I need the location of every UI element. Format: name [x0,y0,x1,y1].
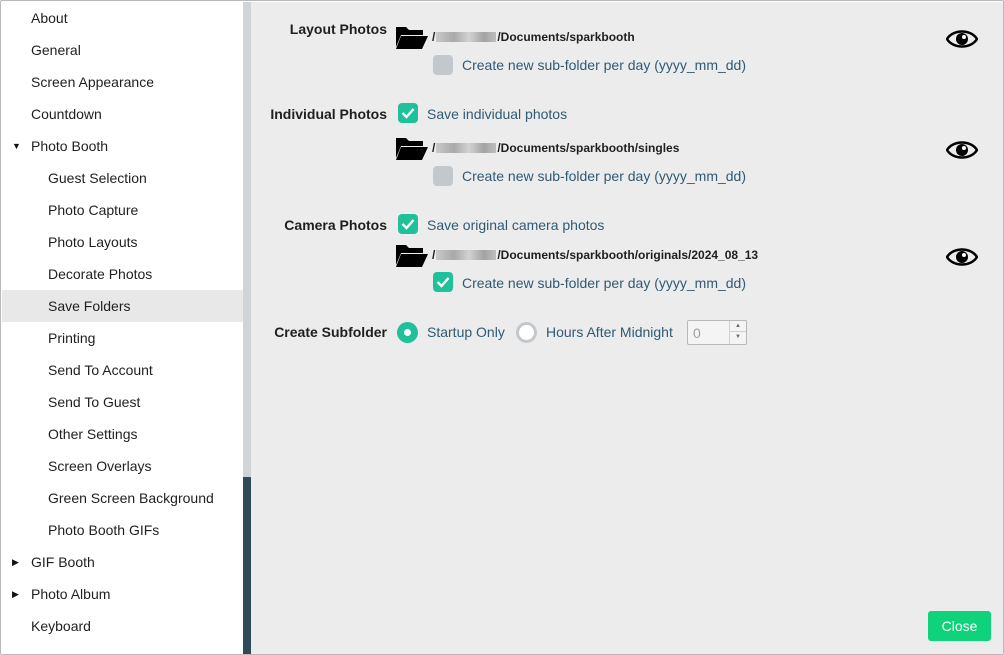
checkmark-icon [401,108,415,119]
save-camera-label[interactable]: Save original camera photos [427,217,604,233]
sidebar-item-screen-appearance[interactable]: Screen Appearance [2,66,243,98]
sidebar-nav: About General Screen Appearance Countdow… [2,2,243,654]
path-suffix: /Documents/sparkbooth [497,30,635,44]
sidebar-item-label: Guest Selection [48,170,147,186]
sidebar-item-general[interactable]: General [2,34,243,66]
caret-right-icon[interactable]: ▶ [12,578,19,610]
sidebar-item-countdown[interactable]: Countdown [2,98,243,130]
sidebar-item-label: General [31,42,81,58]
eye-icon[interactable] [946,138,978,162]
sidebar-item-send-to-account[interactable]: Send To Account [2,354,243,386]
sidebar-item-label: Printing [48,330,96,346]
redacted-username [436,250,497,260]
save-individual-label[interactable]: Save individual photos [427,106,567,122]
sidebar-item-label: Send To Guest [48,394,141,410]
create-subfolder-label: Create Subfolder [274,324,387,340]
individual-photos-label: Individual Photos [270,106,387,122]
camera-photos-path: / /Documents/sparkbooth/originals/2024_08… [432,248,758,262]
sidebar-item-label: Countdown [31,106,102,122]
sidebar-item-photo-booth[interactable]: ▼ Photo Booth [2,130,243,162]
sidebar-item-label: Keyboard [31,618,91,634]
eye-icon[interactable] [946,245,978,269]
camera-photos-label: Camera Photos [284,217,387,233]
sidebar-item-label: Photo Booth [31,138,109,154]
sidebar-item-label: Photo Booth GIFs [48,522,160,538]
sidebar-item-gif-booth[interactable]: ▶ GIF Booth [2,546,243,578]
sidebar-item-label: About [31,10,68,26]
sidebar-item-about[interactable]: About [2,2,243,34]
hours-input[interactable] [688,321,730,344]
individual-subfolder-label[interactable]: Create new sub-folder per day (yyyy_mm_d… [462,168,746,184]
path-prefix: / [432,141,436,155]
sidebar-item-photo-capture[interactable]: Photo Capture [2,194,243,226]
close-button[interactable]: Close [928,611,991,641]
sidebar-item-send-to-guest[interactable]: Send To Guest [2,386,243,418]
sidebar-item-guest-selection[interactable]: Guest Selection [2,162,243,194]
stepper-up-icon[interactable]: ▲ [730,321,746,332]
stepper-buttons: ▲ ▼ [729,321,746,344]
sidebar-item-label: Photo Album [31,586,111,602]
sidebar-item-label: Photo Layouts [48,234,138,250]
startup-only-radio[interactable] [397,322,418,343]
redacted-username [436,143,497,153]
camera-subfolder-checkbox[interactable] [433,272,453,292]
settings-window: About General Screen Appearance Countdow… [0,0,1004,655]
sidebar-item-label: Green Screen Background [48,490,214,506]
save-camera-checkbox[interactable] [398,214,418,234]
redacted-username [436,32,497,42]
eye-icon[interactable] [946,27,978,51]
sidebar-item-other-settings[interactable]: Other Settings [2,418,243,450]
folder-open-icon[interactable] [395,24,429,50]
sidebar-item-label: Photo Capture [48,202,139,218]
path-suffix: /Documents/sparkbooth/singles [497,141,680,155]
layout-subfolder-checkbox[interactable] [433,55,453,75]
checkmark-icon [401,219,415,230]
sidebar-item-label: Send To Account [48,362,153,378]
save-folders-panel: Layout Photos / /Documents/sparkbooth Cre… [251,2,1003,654]
stepper-down-icon[interactable]: ▼ [730,332,746,343]
path-suffix: /Documents/sparkbooth/originals/2024_08_… [497,248,759,262]
folder-open-icon[interactable] [395,242,429,268]
sidebar-item-keyboard[interactable]: Keyboard [2,610,243,642]
hours-after-midnight-radio[interactable] [516,322,537,343]
caret-down-icon[interactable]: ▼ [12,130,21,162]
caret-right-icon[interactable]: ▶ [12,546,19,578]
sidebar-item-green-screen-background[interactable]: Green Screen Background [2,482,243,514]
startup-only-label[interactable]: Startup Only [427,324,505,340]
sidebar-item-label: Save Folders [48,298,131,314]
sidebar-scrollbar-thumb[interactable] [243,477,251,654]
sidebar-item-decorate-photos[interactable]: Decorate Photos [2,258,243,290]
individual-subfolder-checkbox[interactable] [433,166,453,186]
sidebar-item-label: Screen Appearance [31,74,154,90]
individual-photos-path: / /Documents/sparkbooth/singles [432,141,679,155]
path-prefix: / [432,30,436,44]
path-prefix: / [432,248,436,262]
sidebar-item-screen-overlays[interactable]: Screen Overlays [2,450,243,482]
sidebar-item-label: Other Settings [48,426,138,442]
sidebar-item-label: Screen Overlays [48,458,152,474]
sidebar-item-photo-layouts[interactable]: Photo Layouts [2,226,243,258]
sidebar-item-label: GIF Booth [31,554,95,570]
camera-subfolder-label[interactable]: Create new sub-folder per day (yyyy_mm_d… [462,275,746,291]
checkmark-icon [436,277,450,288]
sidebar-item-photo-booth-gifs[interactable]: Photo Booth GIFs [2,514,243,546]
folder-open-icon[interactable] [395,135,429,161]
layout-subfolder-label[interactable]: Create new sub-folder per day (yyyy_mm_d… [462,57,746,73]
layout-photos-label: Layout Photos [289,21,387,37]
hours-stepper: ▲ ▼ [687,320,747,345]
sidebar-item-label: Decorate Photos [48,266,153,282]
sidebar-item-save-folders[interactable]: Save Folders [2,290,243,322]
layout-photos-path: / /Documents/sparkbooth [432,30,635,44]
sidebar-item-photo-album[interactable]: ▶ Photo Album [2,578,243,610]
sidebar-item-printing[interactable]: Printing [2,322,243,354]
save-individual-checkbox[interactable] [398,103,418,123]
hours-after-midnight-label[interactable]: Hours After Midnight [546,324,673,340]
